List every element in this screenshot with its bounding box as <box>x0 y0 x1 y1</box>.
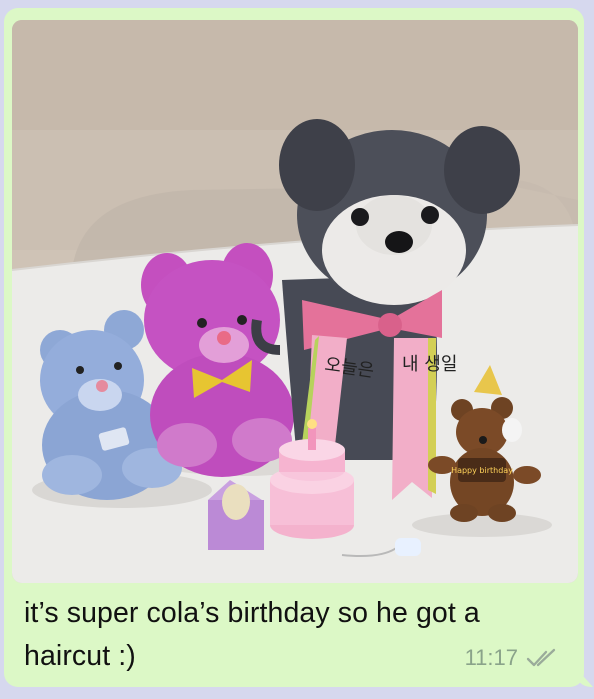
message-meta: 11:17 <box>465 645 558 671</box>
message-photo[interactable]: 오늘은 내 생일 Happy birthday <box>12 20 578 583</box>
message-bubble[interactable]: 오늘은 내 생일 Happy birthday it’s super cola’… <box>4 8 593 687</box>
bubble-tail <box>575 667 593 687</box>
message-time: 11:17 <box>464 645 518 670</box>
ribbon-right-text: 내 생일 <box>402 354 457 375</box>
photo-illustration: 오늘은 내 생일 Happy birthday <box>12 20 578 583</box>
bear-shirt-text: Happy birthday <box>451 466 513 475</box>
double-check-icon <box>526 648 556 667</box>
